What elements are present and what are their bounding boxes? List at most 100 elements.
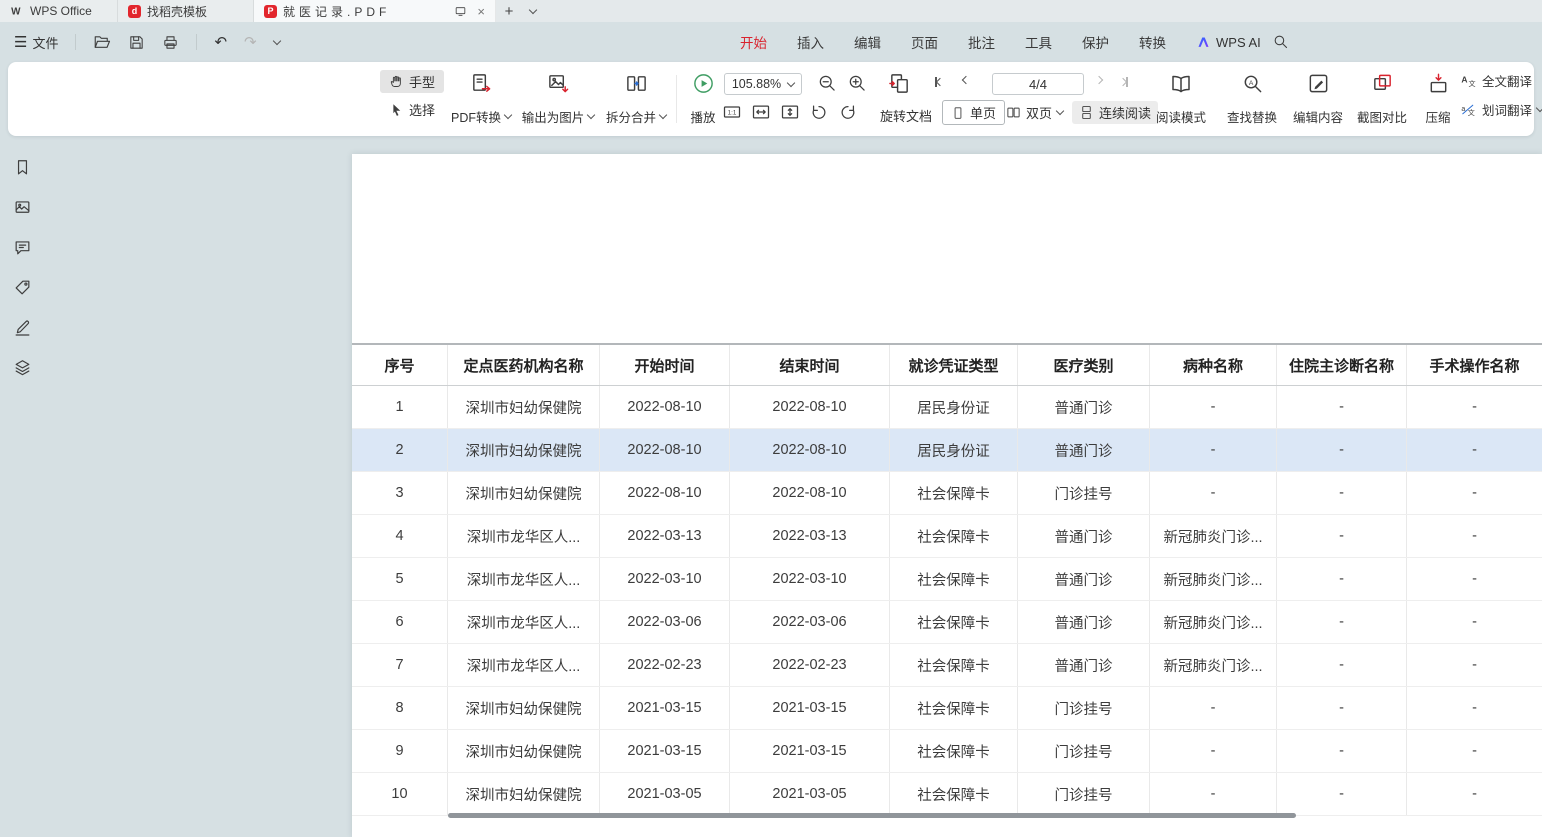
window-tab-bar: W WPS Office d 找稻壳模板 P 就医记录.PDF × +: [0, 0, 1542, 22]
last-page-button[interactable]: [1120, 77, 1128, 87]
ribbon-tab[interactable]: 页面: [911, 32, 938, 52]
svg-text:A: A: [1461, 75, 1467, 85]
ribbon-tab[interactable]: 编辑: [854, 32, 881, 52]
print-button[interactable]: [158, 31, 183, 54]
table-cell: -: [1407, 558, 1542, 600]
pdf-convert-label: PDF转换: [451, 107, 501, 126]
read-mode-button[interactable]: 阅读模式: [1150, 69, 1212, 129]
redo-button[interactable]: ↷: [240, 32, 261, 53]
zoom-out-button[interactable]: [816, 72, 838, 94]
double-page-button[interactable]: 双页: [1006, 103, 1063, 122]
extract-pages-icon: [888, 72, 911, 95]
tab-wps-office[interactable]: W WPS Office: [0, 0, 118, 22]
screenshot-compare-button[interactable]: 截图对比: [1350, 69, 1414, 129]
comment-icon[interactable]: [13, 238, 32, 257]
save-button[interactable]: [124, 31, 149, 54]
table-cell: 社会保障卡: [890, 773, 1018, 815]
page-number-input[interactable]: 4/4: [992, 73, 1084, 95]
layers-icon[interactable]: [13, 358, 32, 377]
undo-icon: ↶: [214, 35, 227, 50]
extract-pages-button[interactable]: [888, 72, 911, 95]
tab-medical-record-pdf[interactable]: P 就医记录.PDF ×: [254, 0, 496, 22]
tab-docer-template[interactable]: d 找稻壳模板: [118, 0, 254, 22]
new-tab-button[interactable]: +: [496, 0, 522, 22]
ribbon-tab[interactable]: 保护: [1082, 32, 1109, 52]
zoom-in-button[interactable]: [846, 72, 868, 94]
find-replace-button[interactable]: A 查找替换: [1220, 69, 1284, 129]
table-row: 10深圳市妇幼保健院2021-03-052021-03-05社会保障卡门诊挂号-…: [352, 773, 1542, 816]
next-page-button[interactable]: [1096, 77, 1102, 83]
undo-button[interactable]: ↶: [210, 32, 231, 53]
ribbon-tab[interactable]: 插入: [797, 32, 824, 52]
window-mode-icon[interactable]: [454, 5, 467, 18]
table-cell: 门诊挂号: [1018, 687, 1150, 729]
table-cell: -: [1407, 773, 1542, 815]
pdf-page[interactable]: 序号定点医药机构名称开始时间结束时间就诊凭证类型医疗类别病种名称住院主诊断名称手…: [352, 154, 1542, 837]
edit-content-button[interactable]: 编辑内容: [1286, 69, 1350, 129]
wps-ai-button[interactable]: WPS AI: [1196, 22, 1261, 62]
file-menu-button[interactable]: ☰ 文件: [10, 30, 62, 55]
fit-page-icon[interactable]: [780, 102, 800, 122]
ribbon-tabs: 开始 插入 编辑 页面 批注 工具 保护 转换: [740, 22, 1166, 62]
split-merge-button[interactable]: 拆分合并: [600, 69, 672, 129]
signature-pen-icon[interactable]: [13, 318, 32, 337]
fit-width-icon[interactable]: [751, 102, 771, 122]
zoom-level-select[interactable]: 105.88%: [724, 73, 802, 95]
table-row: 6深圳市龙华区人...2022-03-062022-03-06社会保障卡普通门诊…: [352, 601, 1542, 644]
table-cell: -: [1277, 601, 1407, 643]
table-cell: 9: [352, 730, 448, 772]
ribbon-tab[interactable]: 转换: [1139, 32, 1166, 52]
menu-search-button[interactable]: [1272, 33, 1289, 50]
printer-icon: [162, 34, 179, 51]
compress-button[interactable]: 压缩: [1416, 69, 1460, 129]
table-cell: -: [1277, 644, 1407, 686]
undo-history-chevron-icon[interactable]: [270, 38, 284, 47]
table-cell: 普通门诊: [1018, 429, 1150, 471]
single-page-button[interactable]: 单页: [942, 100, 1005, 125]
select-tool-button[interactable]: 选择: [380, 98, 444, 121]
tab-list-chevron-icon[interactable]: [522, 0, 544, 22]
table-cell: 新冠肺炎门诊...: [1150, 644, 1277, 686]
menu-bar: ☰ 文件 ↶ ↷ 开始插入编辑页面批注工具保护转换 WPS: [0, 22, 1542, 62]
actual-size-icon[interactable]: 1:1: [722, 102, 742, 122]
bookmark-icon[interactable]: [13, 158, 32, 177]
export-image-button[interactable]: 输出为图片: [520, 69, 596, 129]
table-row: 3深圳市妇幼保健院2022-08-102022-08-10社会保障卡门诊挂号--…: [352, 472, 1542, 515]
ribbon-tab[interactable]: 批注: [968, 32, 995, 52]
continuous-reading-button[interactable]: 连续阅读: [1072, 101, 1158, 124]
column-header: 就诊凭证类型: [890, 345, 1018, 385]
pdf-convert-button[interactable]: PDF转换: [446, 69, 516, 129]
rotate-right-icon[interactable]: [838, 102, 858, 122]
table-cell: 深圳市龙华区人...: [448, 515, 600, 557]
table-cell: 4: [352, 515, 448, 557]
tag-icon[interactable]: [13, 278, 32, 297]
table-cell: -: [1150, 773, 1277, 815]
table-cell: 2022-08-10: [730, 472, 890, 514]
first-page-button[interactable]: [935, 77, 943, 87]
read-mode-label: 阅读模式: [1156, 107, 1206, 126]
zoom-out-icon: [817, 73, 837, 93]
previous-page-button[interactable]: [963, 77, 969, 83]
image-thumbnail-icon[interactable]: [13, 198, 32, 217]
open-file-button[interactable]: [89, 30, 115, 54]
table-row: 8深圳市妇幼保健院2021-03-152021-03-15社会保障卡门诊挂号--…: [352, 687, 1542, 730]
table-cell: -: [1277, 687, 1407, 729]
ribbon-tab[interactable]: 工具: [1025, 32, 1052, 52]
ribbon-tab[interactable]: 开始: [740, 32, 767, 52]
table-cell: 普通门诊: [1018, 515, 1150, 557]
full-translate-button[interactable]: A文 全文翻译: [1460, 71, 1542, 90]
search-icon: [1272, 33, 1289, 50]
table-cell: 社会保障卡: [890, 515, 1018, 557]
table-cell: 普通门诊: [1018, 386, 1150, 428]
play-button[interactable]: 播放: [682, 69, 724, 129]
table-cell: 2022-03-13: [600, 515, 730, 557]
word-translate-button[interactable]: a文 划词翻译: [1460, 100, 1542, 119]
redo-icon: ↷: [244, 35, 257, 50]
medical-records-table: 序号定点医药机构名称开始时间结束时间就诊凭证类型医疗类别病种名称住院主诊断名称手…: [352, 343, 1542, 816]
rotate-left-icon[interactable]: [809, 102, 829, 122]
table-cell: -: [1150, 472, 1277, 514]
hand-tool-button[interactable]: 手型: [380, 70, 444, 93]
close-tab-icon[interactable]: ×: [477, 4, 485, 19]
tab-label: WPS Office: [30, 4, 92, 18]
compress-label: 压缩: [1425, 107, 1450, 126]
